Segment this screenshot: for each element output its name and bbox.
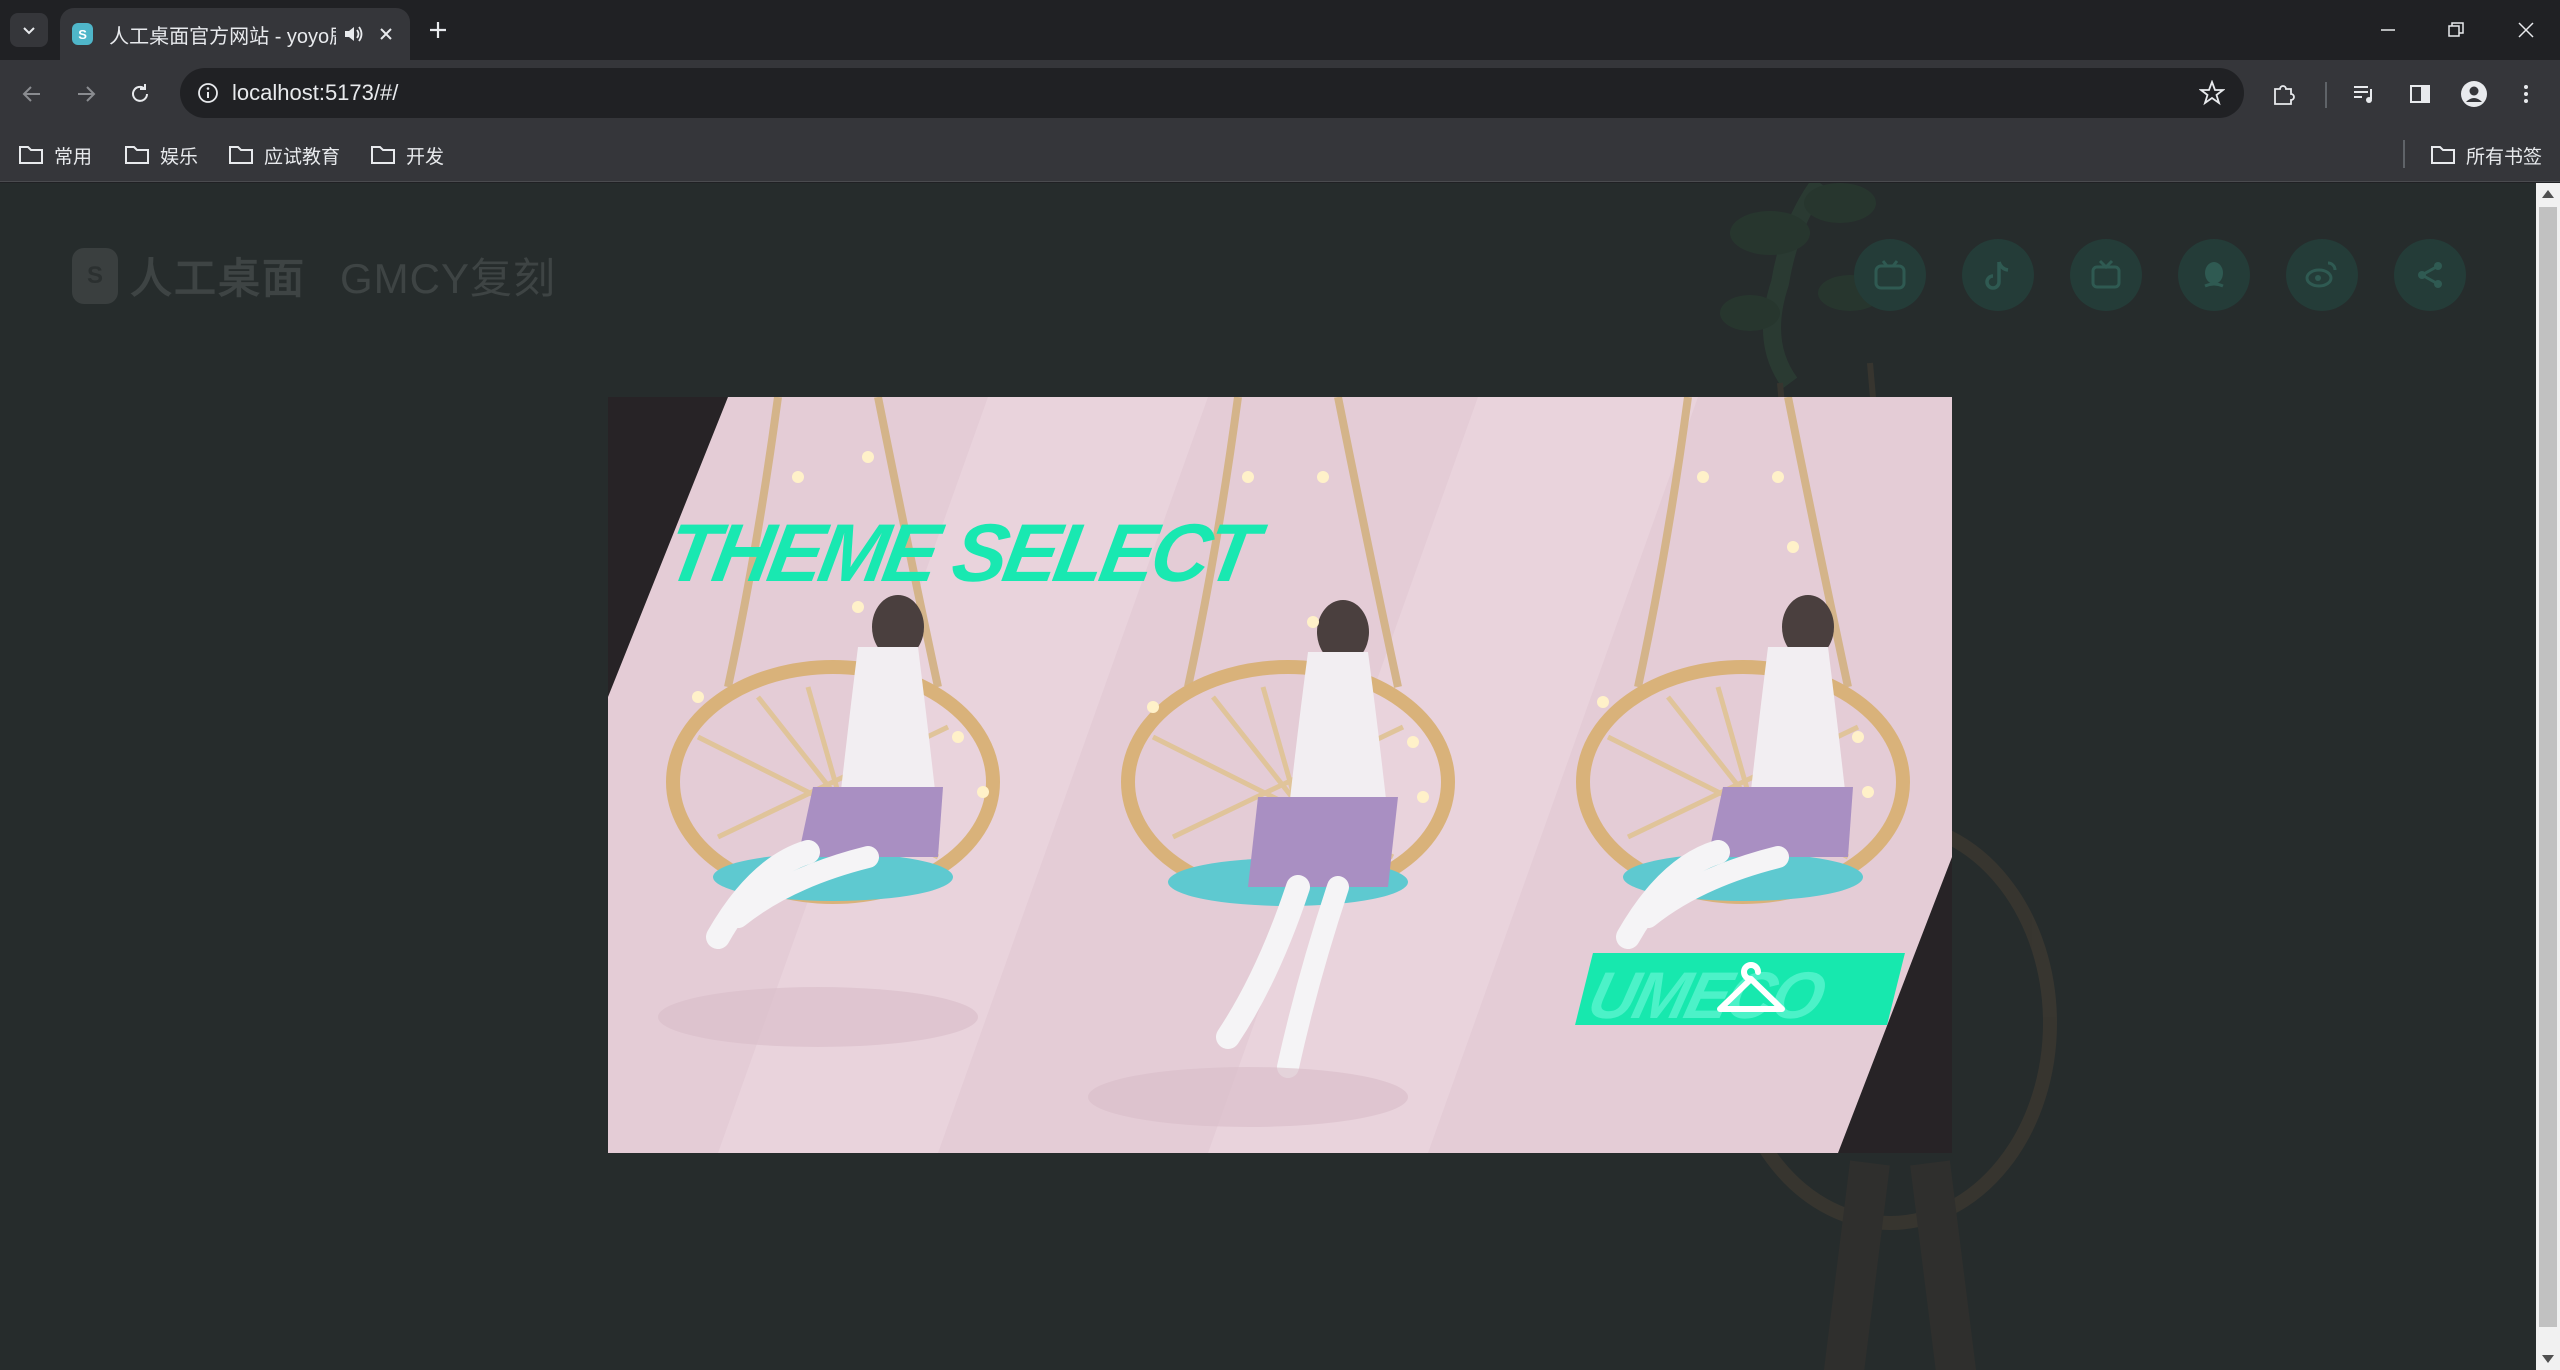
more-vert-icon <box>2524 85 2528 103</box>
extensions-icon <box>2274 85 2295 105</box>
bookmark-folder-开发[interactable]: 开发 <box>370 138 444 172</box>
bookmark-folder-常用[interactable]: 常用 <box>18 138 92 172</box>
browser-toolbar: localhost:5173/#/ <box>0 60 2560 128</box>
address-bar[interactable]: localhost:5173/#/ <box>180 68 2244 118</box>
qq-icon <box>2204 262 2224 288</box>
site-info-button[interactable] <box>194 79 222 107</box>
url-text: localhost:5173/#/ <box>232 80 399 105</box>
restore-icon <box>2448 22 2464 37</box>
back-arrow-icon <box>22 86 40 102</box>
bilibili-icon <box>1874 260 1906 290</box>
site-header: S 人工桌面 GMCY复刻 <box>0 183 2536 363</box>
minimize-icon <box>2381 29 2395 31</box>
qq-link[interactable] <box>2178 239 2250 311</box>
tab-strip: S 人工桌面官方网站 - yoyo鹿 <box>0 0 2560 60</box>
bookmarks-bar: 常用 娱乐 应试教育 开发 所有书签 <box>0 128 2560 182</box>
scroll-thumb[interactable] <box>2539 207 2557 1327</box>
profile-button[interactable] <box>2454 74 2494 114</box>
all-bookmarks-button[interactable]: 所有书签 <box>2430 138 2542 172</box>
bookmark-label: 常用 <box>54 146 93 168</box>
site-logo[interactable]: S 人工桌面 GMCY复刻 <box>72 245 556 306</box>
tab-search-button[interactable] <box>10 13 48 47</box>
bookmarks-separator <box>2403 140 2405 168</box>
menu-button[interactable] <box>2506 74 2546 114</box>
logo-subtitle: GMCY复刻 <box>340 255 557 302</box>
weibo-icon <box>2305 261 2337 288</box>
tab-close-button[interactable] <box>375 22 398 46</box>
tiktok-icon <box>1985 261 2009 290</box>
reload-icon <box>132 84 148 102</box>
speaker-icon <box>345 26 363 42</box>
tiktok-link[interactable] <box>1962 239 2034 311</box>
badge-text: UMECO <box>1581 958 1831 1025</box>
scroll-up-arrow-icon[interactable] <box>2540 187 2556 201</box>
plus-icon <box>430 22 446 38</box>
info-icon <box>198 83 218 103</box>
media-control-icon <box>2354 86 2372 103</box>
page-viewport: S 人工桌面 GMCY复刻 THEME SELECT UMECO <box>0 183 2536 1370</box>
page-scrollbar[interactable] <box>2536 183 2560 1370</box>
tv-link[interactable] <box>2070 239 2142 311</box>
folder-icon <box>371 146 395 164</box>
folder-icon <box>229 146 253 164</box>
tab-favicon: S <box>72 23 94 45</box>
tab-audio-button[interactable] <box>342 22 365 46</box>
close-icon <box>380 28 393 40</box>
bookmark-folder-娱乐[interactable]: 娱乐 <box>124 138 198 172</box>
hanger-icon <box>1717 962 1785 1012</box>
side-panel-button[interactable] <box>2400 74 2440 114</box>
folder-icon <box>2431 146 2455 164</box>
side-panel-icon <box>2410 85 2430 103</box>
profile-icon <box>2461 81 2487 107</box>
all-bookmarks-label: 所有书签 <box>2466 146 2543 168</box>
weibo-link[interactable] <box>2286 239 2358 311</box>
forward-arrow-icon <box>78 86 96 102</box>
star-icon <box>2199 80 2225 106</box>
extensions-button[interactable] <box>2264 74 2304 114</box>
share-link[interactable] <box>2394 239 2466 311</box>
share-icon <box>2418 262 2442 288</box>
back-button[interactable] <box>12 74 52 114</box>
bookmark-folder-应试教育[interactable]: 应试教育 <box>228 138 340 172</box>
bookmark-label: 娱乐 <box>160 146 199 168</box>
umeco-badge[interactable]: UMECO <box>1575 953 1905 1025</box>
logo-mark: S <box>72 247 118 304</box>
reload-button[interactable] <box>120 74 160 114</box>
toolbar-separator <box>2325 82 2327 108</box>
new-tab-button[interactable] <box>422 14 454 46</box>
active-tab[interactable]: S 人工桌面官方网站 - yoyo鹿 <box>60 8 410 60</box>
minimize-button[interactable] <box>2366 10 2410 50</box>
tab-title: 人工桌面官方网站 - yoyo鹿 <box>109 25 336 48</box>
bookmark-label: 应试教育 <box>264 146 341 168</box>
tv-icon <box>2091 259 2121 289</box>
tab-search-icon <box>23 27 35 35</box>
window-close-button[interactable] <box>2504 10 2548 50</box>
window-close-icon <box>2518 22 2534 38</box>
bookmark-star-button[interactable] <box>2198 79 2226 107</box>
folder-icon <box>19 146 43 164</box>
restore-button[interactable] <box>2434 10 2478 50</box>
theme-select-title: THEME SELECT <box>660 508 1262 599</box>
folder-icon <box>125 146 149 164</box>
bilibili-link[interactable] <box>1854 239 1926 311</box>
bookmark-label: 开发 <box>406 146 445 168</box>
theme-select-card[interactable]: THEME SELECT UMECO <box>608 397 1952 1153</box>
media-control-button[interactable] <box>2344 74 2384 114</box>
scroll-down-arrow-icon[interactable] <box>2540 1352 2556 1366</box>
forward-button[interactable] <box>66 74 106 114</box>
logo-text: 人工桌面 <box>130 255 307 302</box>
